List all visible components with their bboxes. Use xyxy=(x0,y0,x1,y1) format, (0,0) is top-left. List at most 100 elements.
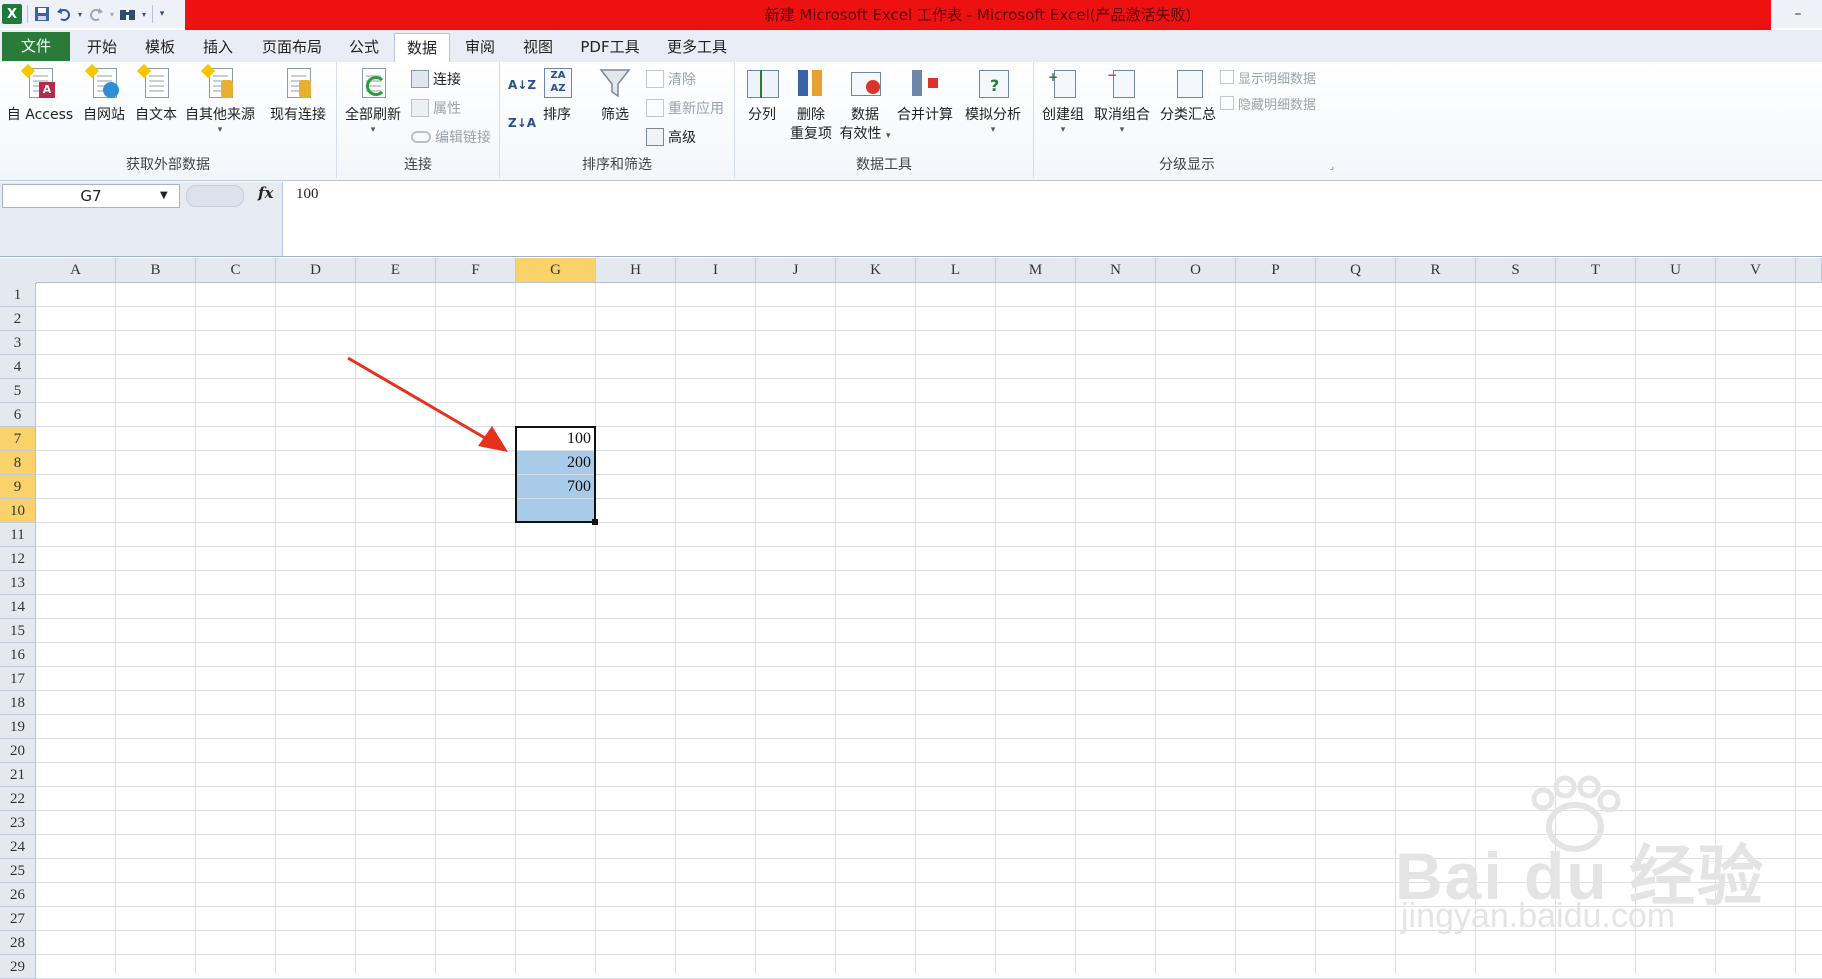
consolidate-button[interactable]: 合并计算 xyxy=(893,66,957,125)
clear-filter-button[interactable]: 清除 xyxy=(646,68,696,90)
row-header-1[interactable]: 1 xyxy=(0,283,36,307)
row-header-19[interactable]: 19 xyxy=(0,715,36,739)
row-header-2[interactable]: 2 xyxy=(0,307,36,331)
row-header-8[interactable]: 8 xyxy=(0,451,36,475)
tab-insert[interactable]: 插入 xyxy=(192,33,244,61)
text-to-columns-button[interactable]: 分列 xyxy=(739,66,785,125)
formula-bar-splitter[interactable] xyxy=(186,185,244,207)
subtotal-button[interactable]: 分类汇总 xyxy=(1156,66,1220,125)
undo-dropdown-icon[interactable]: ▾ xyxy=(75,3,85,25)
row-header-12[interactable]: 12 xyxy=(0,547,36,571)
row-header-11[interactable]: 11 xyxy=(0,523,36,547)
column-header-l[interactable]: L xyxy=(916,258,996,283)
column-header-t[interactable]: T xyxy=(1556,258,1636,283)
from-other-sources-button[interactable]: 自其他来源 ▾ xyxy=(182,63,258,135)
column-header-f[interactable]: F xyxy=(436,258,516,283)
show-detail-button[interactable]: 显示明细数据 xyxy=(1220,66,1316,88)
column-header-k[interactable]: K xyxy=(836,258,916,283)
redo-icon[interactable] xyxy=(85,3,107,25)
existing-connections-button[interactable]: 现有连接 xyxy=(266,66,330,125)
excel-logo-icon[interactable]: X xyxy=(2,4,22,24)
find-dropdown-icon[interactable]: ▾ xyxy=(139,3,149,25)
column-header-g[interactable]: G xyxy=(516,258,596,283)
customize-qat-icon[interactable]: ▾ xyxy=(156,3,168,25)
what-if-analysis-button[interactable]: ? 模拟分析 ▾ xyxy=(959,66,1027,135)
row-header-13[interactable]: 13 xyxy=(0,571,36,595)
row-header-5[interactable]: 5 xyxy=(0,379,36,403)
hide-detail-button[interactable]: 隐藏明细数据 xyxy=(1220,92,1316,114)
column-header-o[interactable]: O xyxy=(1156,258,1236,283)
row-header-29[interactable]: 29 xyxy=(0,955,36,979)
tab-file[interactable]: 文件 xyxy=(2,32,70,61)
tab-pdf-tools[interactable]: PDF工具 xyxy=(570,33,650,61)
column-header-p[interactable]: P xyxy=(1236,258,1316,283)
row-header-21[interactable]: 21 xyxy=(0,763,36,787)
name-box-dropdown-icon[interactable]: ▼ xyxy=(160,190,168,201)
row-header-20[interactable]: 20 xyxy=(0,739,36,763)
insert-function-icon[interactable]: fx xyxy=(258,184,273,202)
cell-g8[interactable]: 200 xyxy=(516,451,595,474)
from-web-button[interactable]: 自网站 xyxy=(78,63,130,125)
cell-g7[interactable]: 100 xyxy=(516,427,595,450)
column-header-e[interactable]: E xyxy=(356,258,436,283)
edit-links-button[interactable]: 编辑链接 xyxy=(411,126,491,148)
reapply-button[interactable]: 重新应用 xyxy=(646,97,724,119)
sort-descending-icon[interactable]: Z↓A xyxy=(508,112,536,134)
cell-g10[interactable] xyxy=(516,499,595,522)
column-header-b[interactable]: B xyxy=(116,258,196,283)
save-icon[interactable] xyxy=(31,3,53,25)
row-header-6[interactable]: 6 xyxy=(0,403,36,427)
from-access-button[interactable]: A 自 Access xyxy=(4,63,76,125)
column-header-j[interactable]: J xyxy=(756,258,836,283)
tab-formulas[interactable]: 公式 xyxy=(338,33,390,61)
row-header-14[interactable]: 14 xyxy=(0,595,36,619)
sort-button[interactable]: ZA AZ 排序 xyxy=(536,66,578,125)
row-header-10[interactable]: 10 xyxy=(0,499,36,523)
column-header-h[interactable]: H xyxy=(596,258,676,283)
tab-templates[interactable]: 模板 xyxy=(134,33,186,61)
column-header-q[interactable]: Q xyxy=(1316,258,1396,283)
tab-review[interactable]: 审阅 xyxy=(454,33,506,61)
remove-duplicates-button[interactable]: 删除 重复项 xyxy=(785,66,837,144)
column-header-s[interactable]: S xyxy=(1476,258,1556,283)
tab-home[interactable]: 开始 xyxy=(76,33,128,61)
column-header-v[interactable]: V xyxy=(1716,258,1796,283)
row-header-25[interactable]: 25 xyxy=(0,859,36,883)
row-header-15[interactable]: 15 xyxy=(0,619,36,643)
row-header-27[interactable]: 27 xyxy=(0,907,36,931)
from-text-button[interactable]: 自文本 xyxy=(130,63,182,125)
cell-g9[interactable]: 700 xyxy=(516,475,595,498)
find-icon[interactable] xyxy=(117,3,139,25)
column-header-u[interactable]: U xyxy=(1636,258,1716,283)
formula-input[interactable]: 100 xyxy=(296,186,319,203)
data-validation-button[interactable]: 数据 有效性 ▾ xyxy=(839,66,891,144)
tab-view[interactable]: 视图 xyxy=(512,33,564,61)
worksheet-grid[interactable]: A B C D E F G H I J K L M N O P Q R S T U V 1 2 3 4 5 6 7 8 9 10 11 12 13 1… xyxy=(0,258,1822,979)
row-header-18[interactable]: 18 xyxy=(0,691,36,715)
name-box[interactable]: G7 xyxy=(2,184,180,208)
advanced-filter-button[interactable]: 高级 xyxy=(646,126,696,148)
connections-button[interactable]: 连接 xyxy=(411,68,461,90)
row-header-4[interactable]: 4 xyxy=(0,355,36,379)
column-header-n[interactable]: N xyxy=(1076,258,1156,283)
tab-page-layout[interactable]: 页面布局 xyxy=(252,33,332,61)
ungroup-button[interactable]: − 取消组合 ▾ xyxy=(1090,66,1154,135)
group-button[interactable]: + 创建组 ▾ xyxy=(1038,66,1088,135)
row-header-26[interactable]: 26 xyxy=(0,883,36,907)
dialog-launcher-icon[interactable]: ⌟ xyxy=(1330,162,1334,172)
row-header-17[interactable]: 17 xyxy=(0,667,36,691)
column-header-d[interactable]: D xyxy=(276,258,356,283)
sort-ascending-icon[interactable]: A↓Z xyxy=(508,74,536,96)
row-header-22[interactable]: 22 xyxy=(0,787,36,811)
row-header-24[interactable]: 24 xyxy=(0,835,36,859)
column-header-a[interactable]: A xyxy=(36,258,116,283)
refresh-all-button[interactable]: 全部刷新 ▾ xyxy=(341,66,405,135)
fill-handle[interactable] xyxy=(592,519,598,525)
column-header-r[interactable]: R xyxy=(1396,258,1476,283)
column-header-m[interactable]: M xyxy=(996,258,1076,283)
row-header-23[interactable]: 23 xyxy=(0,811,36,835)
row-header-3[interactable]: 3 xyxy=(0,331,36,355)
redo-dropdown-icon[interactable]: ▾ xyxy=(107,3,117,25)
undo-icon[interactable] xyxy=(53,3,75,25)
tab-more-tools[interactable]: 更多工具 xyxy=(656,33,738,61)
